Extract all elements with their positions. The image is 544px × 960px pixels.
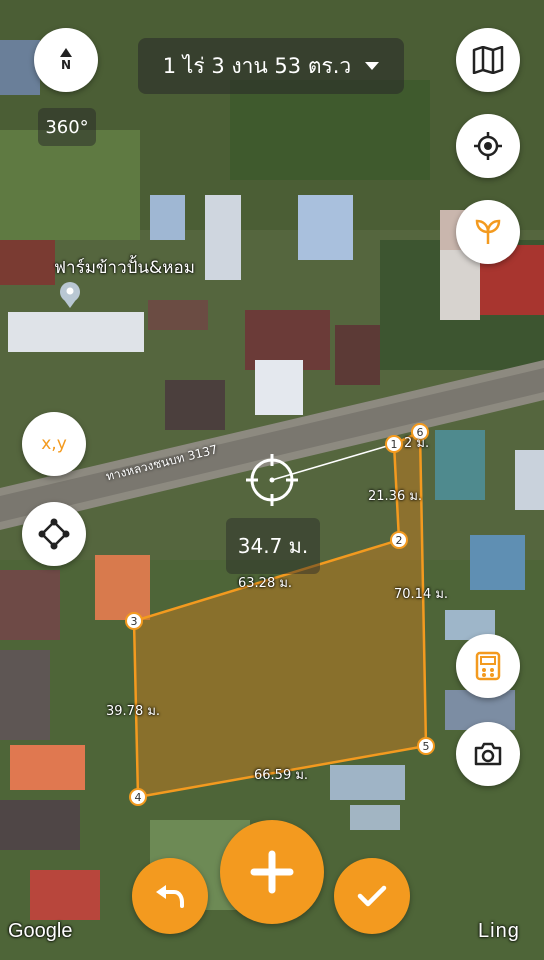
plus-icon — [250, 850, 294, 894]
sprout-icon — [475, 219, 501, 244]
polygon-mode-button[interactable] — [22, 502, 86, 566]
add-point-button[interactable] — [220, 820, 324, 924]
calculator-icon — [475, 651, 501, 681]
crop-layer-button[interactable] — [456, 200, 520, 264]
segment-label-5-6: 70.14 ม. — [394, 587, 449, 602]
polygon-icon — [38, 518, 70, 550]
camera-icon — [474, 742, 502, 766]
north-label: N — [60, 58, 72, 72]
check-icon — [357, 885, 387, 907]
vertex-3[interactable]: 3 — [125, 612, 143, 630]
locate-button[interactable] — [456, 114, 520, 178]
calculator-button[interactable] — [456, 634, 520, 698]
segment-label-2-3: 63.28 ม. — [238, 576, 293, 591]
done-button[interactable] — [334, 858, 410, 934]
segment-label-4-5: 66.59 ม. — [254, 768, 309, 783]
vertex-1[interactable]: 1 — [385, 435, 403, 453]
map-icon — [472, 46, 504, 74]
segment-label-3-4: 39.78 ม. — [106, 704, 161, 719]
current-distance-readout: 34.7 ม. — [226, 518, 320, 574]
camera-button[interactable] — [456, 722, 520, 786]
map-layers-button[interactable] — [456, 28, 520, 92]
vertex-5[interactable]: 5 — [417, 737, 435, 755]
segment-label-6-1: 2 ม. — [404, 436, 430, 451]
vertex-4[interactable]: 4 — [129, 788, 147, 806]
undo-icon — [156, 885, 184, 908]
xy-label: x,y — [41, 434, 67, 454]
undo-button[interactable] — [132, 858, 208, 934]
heading-readout: 360° — [38, 108, 96, 146]
compass-button[interactable]: N — [34, 28, 98, 92]
brand-label: Ling — [478, 920, 520, 942]
area-dropdown[interactable]: 1 ไร่ 3 งาน 53 ตร.ว — [138, 38, 404, 94]
crosshair-icon — [474, 132, 502, 160]
compass-icon: N — [59, 48, 73, 72]
chevron-down-icon — [365, 62, 380, 70]
place-name-label[interactable]: ฟาร์มข้าวปั้น&หอม — [54, 254, 195, 281]
google-attribution: Google — [8, 920, 73, 942]
area-text: 1 ไร่ 3 งาน 53 ตร.ว — [162, 53, 352, 78]
coordinates-button[interactable]: x,y — [22, 412, 86, 476]
vertex-2[interactable]: 2 — [390, 531, 408, 549]
segment-label-1-2: 21.36 ม. — [368, 489, 423, 504]
